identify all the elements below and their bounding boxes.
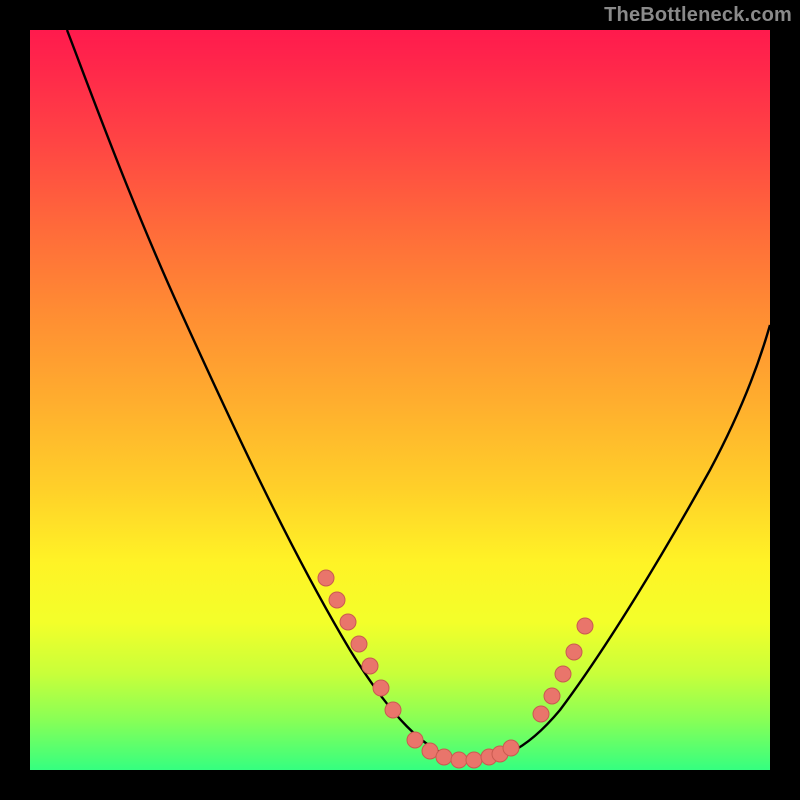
- marker-dot: [340, 614, 356, 630]
- marker-dot: [577, 618, 593, 634]
- marker-dot: [533, 706, 549, 722]
- marker-dot: [555, 666, 571, 682]
- chart-frame: [30, 30, 770, 770]
- marker-dot: [362, 658, 378, 674]
- watermark-text: TheBottleneck.com: [604, 4, 792, 27]
- marker-dot: [318, 570, 334, 586]
- marker-group-bottom: [407, 732, 519, 768]
- marker-dot: [544, 688, 560, 704]
- marker-dot: [466, 752, 482, 768]
- marker-dot: [566, 644, 582, 660]
- curve-path: [67, 30, 770, 761]
- marker-dot: [385, 702, 401, 718]
- marker-group-left: [318, 570, 401, 718]
- bottleneck-curve: [30, 30, 770, 770]
- marker-dot: [373, 680, 389, 696]
- marker-dot: [503, 740, 519, 756]
- marker-dot: [351, 636, 367, 652]
- marker-dot: [329, 592, 345, 608]
- marker-dot: [407, 732, 423, 748]
- marker-dot: [436, 749, 452, 765]
- marker-dot: [451, 752, 467, 768]
